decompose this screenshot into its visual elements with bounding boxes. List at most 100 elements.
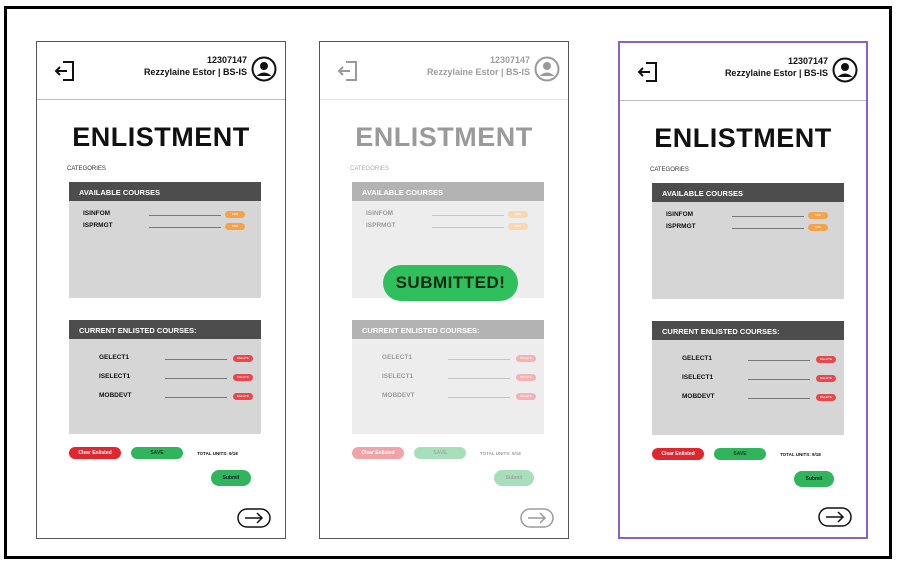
phone-screen-enlistment-selected: 12307147 Rezzylaine Estor | BS-IS ENLIST…: [618, 41, 868, 539]
app-header: 12307147 Rezzylaine Estor | BS-IS: [620, 43, 866, 101]
current-courses-title: CURRENT ENLISTED COURSES:: [69, 320, 261, 339]
save-button[interactable]: SAVE: [131, 447, 183, 459]
categories-label: CATEGORIES: [350, 166, 389, 172]
avatar-icon[interactable]: [534, 56, 560, 82]
next-arrow-icon[interactable]: [237, 508, 271, 528]
avatar-icon[interactable]: [251, 56, 277, 82]
page-title: ENLISTMENT: [654, 123, 832, 153]
student-id: 12307147: [787, 56, 828, 66]
course-name: ISINFOM: [83, 210, 111, 217]
delete-course-button[interactable]: DELETE: [816, 394, 836, 401]
submit-button[interactable]: Submit: [211, 470, 251, 486]
course-name: MOBDEVT: [382, 392, 415, 399]
divider: [732, 216, 804, 217]
save-button[interactable]: SAVE: [714, 448, 766, 460]
next-arrow-icon[interactable]: [818, 507, 852, 527]
delete-course-button[interactable]: DELETE: [816, 356, 836, 363]
categories-label: CATEGORIES: [67, 166, 106, 172]
submit-button[interactable]: Submit: [494, 470, 534, 486]
list-item: GELECT1 DELETE: [69, 354, 261, 364]
current-courses-title: CURRENT ENLISTED COURSES:: [652, 321, 844, 340]
course-name: GELECT1: [99, 354, 129, 361]
total-units: TOTAL UNITS: 9/18: [480, 451, 521, 456]
clear-enlisted-button[interactable]: Clear Enlisted: [352, 447, 404, 459]
list-item: ISELECT1 DELETE: [69, 373, 261, 383]
list-item: ISELECT1 DELETE: [352, 373, 544, 383]
storyboard-frame: 12307147 Rezzylaine Estor | BS-IS ENLIST…: [4, 6, 892, 559]
list-item: MOBDEVT DELETE: [69, 392, 261, 402]
add-course-button[interactable]: ADD: [808, 224, 828, 231]
list-item: ISPRMGT ADD: [69, 222, 261, 232]
course-name: GELECT1: [382, 354, 412, 361]
delete-course-button[interactable]: DELETE: [516, 355, 536, 362]
logout-icon[interactable]: [636, 60, 660, 84]
divider: [448, 397, 510, 398]
page-title: ENLISTMENT: [72, 122, 250, 152]
delete-course-button[interactable]: DELETE: [516, 393, 536, 400]
list-item: ISINFOM ADD: [69, 210, 261, 220]
avatar-icon[interactable]: [832, 57, 858, 83]
divider: [149, 227, 221, 228]
add-course-button[interactable]: ADD: [225, 211, 245, 218]
total-units: TOTAL UNITS: 9/18: [780, 452, 821, 457]
course-name: ISINFOM: [666, 211, 694, 218]
divider: [748, 360, 810, 361]
student-name: Rezzylaine Estor | BS-IS: [724, 68, 828, 78]
divider: [165, 378, 227, 379]
app-header: 12307147 Rezzylaine Estor | BS-IS: [37, 42, 285, 100]
delete-course-button[interactable]: DELETE: [233, 374, 253, 381]
clear-enlisted-button[interactable]: Clear Enlisted: [69, 447, 121, 459]
delete-course-button[interactable]: DELETE: [516, 374, 536, 381]
phone-screen-enlistment: 12307147 Rezzylaine Estor | BS-IS ENLIST…: [36, 41, 286, 539]
course-name: ISINFOM: [366, 210, 394, 217]
list-item: MOBDEVT DELETE: [352, 392, 544, 402]
divider: [448, 378, 510, 379]
add-course-button[interactable]: ADD: [508, 211, 528, 218]
list-item: ISELECT1 DELETE: [652, 374, 844, 384]
course-name: ISPRMGT: [666, 223, 696, 230]
student-name: Rezzylaine Estor | BS-IS: [143, 67, 247, 77]
next-arrow-icon[interactable]: [520, 508, 554, 528]
delete-course-button[interactable]: DELETE: [816, 375, 836, 382]
app-header: 12307147 Rezzylaine Estor | BS-IS: [320, 42, 568, 100]
current-courses-panel: CURRENT ENLISTED COURSES: GELECT1 DELETE…: [352, 320, 544, 434]
clear-enlisted-button[interactable]: Clear Enlisted: [652, 448, 704, 460]
course-name: ISPRMGT: [366, 222, 396, 229]
list-item: ISPRMGT ADD: [352, 222, 544, 232]
delete-course-button[interactable]: DELETE: [233, 393, 253, 400]
add-course-button[interactable]: ADD: [808, 212, 828, 219]
delete-course-button[interactable]: DELETE: [233, 355, 253, 362]
page-title: ENLISTMENT: [355, 122, 533, 152]
available-courses-panel: AVAILABLE COURSES ISINFOM ADD ISPRMGT AD…: [652, 183, 844, 299]
list-item: ISPRMGT ADD: [652, 223, 844, 233]
divider: [748, 379, 810, 380]
divider: [165, 397, 227, 398]
course-name: ISELECT1: [682, 374, 714, 381]
add-course-button[interactable]: ADD: [225, 223, 245, 230]
divider: [149, 215, 221, 216]
course-name: MOBDEVT: [682, 393, 715, 400]
logout-icon[interactable]: [336, 59, 360, 83]
student-id: 12307147: [206, 55, 247, 65]
available-courses-title: AVAILABLE COURSES: [652, 183, 844, 202]
divider: [748, 398, 810, 399]
current-courses-panel: CURRENT ENLISTED COURSES: GELECT1 DELETE…: [69, 320, 261, 434]
submitted-banner: SUBMITTED!: [383, 265, 518, 301]
course-name: ISPRMGT: [83, 222, 113, 229]
submit-button[interactable]: Submit: [794, 471, 834, 487]
current-courses-title: CURRENT ENLISTED COURSES:: [352, 320, 544, 339]
course-name: ISELECT1: [99, 373, 131, 380]
list-item: ISINFOM ADD: [352, 210, 544, 220]
add-course-button[interactable]: ADD: [508, 223, 528, 230]
phone-screen-submitted: 12307147 Rezzylaine Estor | BS-IS ENLIST…: [319, 41, 569, 539]
available-courses-panel: AVAILABLE COURSES ISINFOM ADD ISPRMGT AD…: [69, 182, 261, 298]
divider: [432, 227, 504, 228]
logout-icon[interactable]: [53, 59, 77, 83]
save-button[interactable]: SAVE: [414, 447, 466, 459]
available-courses-title: AVAILABLE COURSES: [69, 182, 261, 201]
total-units: TOTAL UNITS: 9/18: [197, 451, 238, 456]
available-courses-title: AVAILABLE COURSES: [352, 182, 544, 201]
student-name: Rezzylaine Estor | BS-IS: [426, 67, 530, 77]
course-name: MOBDEVT: [99, 392, 132, 399]
divider: [448, 359, 510, 360]
